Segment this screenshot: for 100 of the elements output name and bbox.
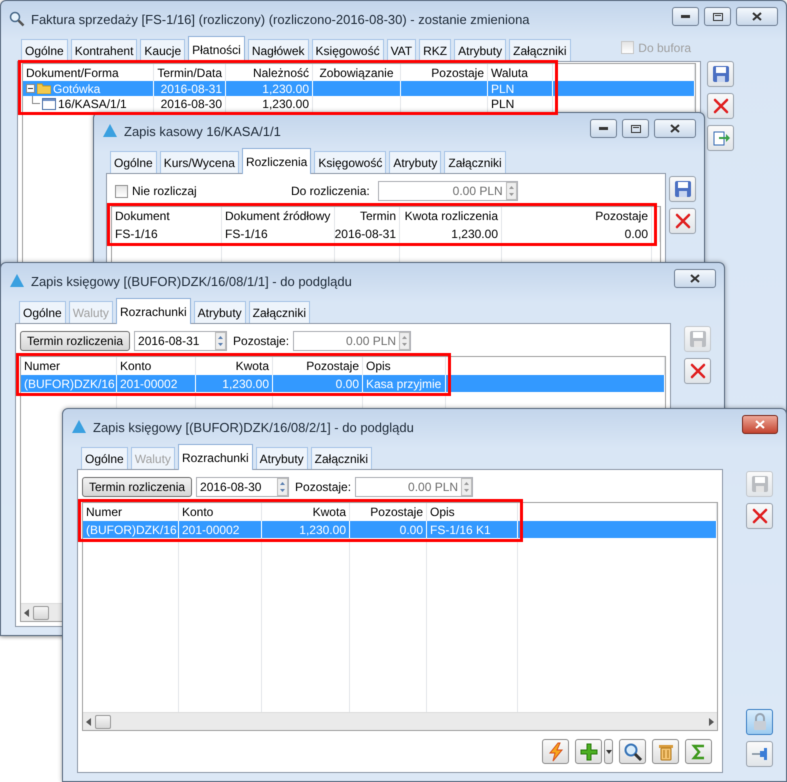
table-row[interactable]: 16/KASA/1/1 2016-08-30 1,230.00 PLN (23, 96, 695, 111)
table-cell: 1,230.00 (400, 225, 502, 242)
save-icon (750, 474, 770, 494)
checkbox-label: Nie rozliczaj (132, 184, 197, 198)
table-cell: FS-1/16 K1 (427, 521, 518, 538)
tab[interactable]: Załączniki (248, 301, 310, 323)
tab[interactable]: Ogólne (110, 151, 157, 173)
sum-button[interactable] (685, 739, 712, 764)
amount-field[interactable]: 0.00 PLN (378, 181, 518, 201)
tab[interactable]: Rozrachunki (116, 298, 191, 324)
trash-button[interactable] (652, 739, 679, 764)
tab[interactable]: Kaucje (140, 39, 186, 61)
triangle-icon (102, 123, 118, 139)
export-button[interactable] (707, 125, 734, 151)
tab[interactable]: Atrybuty (389, 151, 442, 173)
table-cell: PLN (488, 81, 553, 96)
close-button[interactable] (674, 269, 716, 288)
table-row[interactable]: FS-1/16 FS-1/16 2016-08-31 1,230.00 0.00 (112, 225, 660, 242)
table-cell: FS-1/16 (112, 225, 222, 242)
search-button[interactable] (619, 739, 646, 764)
delete-icon (750, 506, 770, 526)
tree-item[interactable]: 16/KASA/1/1 (58, 96, 127, 110)
save-button[interactable] (669, 176, 696, 202)
checkbox[interactable] (115, 184, 128, 198)
column-header[interactable]: Kwota rozliczenia (400, 207, 502, 225)
minimize-button[interactable] (672, 7, 699, 26)
tab[interactable]: Atrybuty (454, 39, 506, 61)
tab[interactable]: Załączniki (509, 39, 570, 61)
column-header[interactable]: Dokument (112, 207, 222, 225)
table-cell: 2016-08-30 (154, 96, 226, 111)
tab[interactable]: Atrybuty (194, 301, 246, 323)
close-button[interactable] (742, 415, 778, 434)
scroll-left-icon (86, 718, 91, 726)
maximize-button[interactable] (704, 7, 731, 26)
lock-button[interactable] (746, 709, 773, 735)
close-icon (752, 12, 762, 21)
collapse-icon[interactable] (26, 84, 35, 93)
delete-button[interactable] (707, 93, 734, 119)
field-label: Pozostaje: (295, 480, 352, 494)
delete-button[interactable] (684, 358, 711, 384)
window-title: Zapis księgowy [(BUFOR)DZK/16/08/1/1] - do podglądu (31, 274, 353, 288)
minimize-icon (681, 15, 690, 18)
minimize-button[interactable] (590, 119, 617, 138)
scrollbar[interactable] (21, 603, 63, 621)
table-cell: 0.00 (273, 375, 363, 392)
date-field[interactable]: 2016-08-30 (196, 477, 290, 497)
maximize-button[interactable] (622, 119, 649, 138)
tab[interactable]: Ogólne (81, 447, 128, 469)
window-title: Zapis kasowy 16/KASA/1/1 (124, 124, 282, 138)
tab[interactable]: Załączniki (444, 151, 506, 173)
maximize-icon (630, 124, 640, 132)
scroll-right-icon (709, 718, 714, 726)
close-button[interactable] (654, 119, 696, 138)
tab[interactable]: Kurs/Wycena (160, 151, 239, 173)
date-button[interactable]: Termin rozliczenia (20, 331, 130, 351)
tab[interactable]: Księgowość (314, 151, 386, 173)
scrollbar[interactable] (83, 712, 717, 730)
table-cell: 0.00 (350, 521, 427, 538)
scroll-thumb[interactable] (95, 714, 111, 728)
tab[interactable]: VAT (386, 39, 416, 61)
save-button[interactable] (707, 61, 734, 87)
close-icon (670, 124, 680, 133)
column-header[interactable]: Dokument źródłowy (222, 207, 335, 225)
dropdown-button[interactable] (604, 739, 613, 764)
delete-button[interactable] (746, 503, 773, 529)
remaining-field[interactable]: 0.00 PLN (293, 331, 412, 351)
date-button[interactable]: Termin rozliczenia (82, 477, 192, 497)
close-button[interactable] (736, 7, 778, 26)
save-icon (672, 179, 692, 199)
add-button[interactable] (575, 739, 602, 764)
window-title: Faktura sprzedaży [FS-1/16] (rozliczony) (rozliczono-2016-08-30) - zostanie zmieniona (31, 12, 531, 26)
field-label: Do rozliczenia: (291, 184, 370, 198)
remaining-field[interactable]: 0.00 PLN (355, 477, 474, 497)
tab[interactable]: Ogólne (19, 301, 66, 323)
checkbox-label: Do bufora (638, 40, 691, 54)
delete-button[interactable] (669, 208, 696, 234)
field-label: Pozostaje: (233, 334, 290, 348)
spinner-icon (399, 332, 410, 350)
date-field[interactable]: 2016-08-31 (134, 331, 228, 351)
scroll-thumb[interactable] (33, 606, 49, 620)
table-cell: 1,230.00 (262, 521, 350, 538)
table-cell: 201-00002 (179, 521, 262, 538)
tab[interactable]: Płatności (188, 36, 245, 62)
tab[interactable]: Księgowość (312, 39, 384, 61)
tab[interactable]: Załączniki (310, 447, 372, 469)
tab[interactable]: Ogólne (21, 39, 68, 61)
triangle-icon (9, 273, 25, 289)
tab[interactable]: RKZ (419, 39, 452, 61)
lightning-button[interactable] (542, 739, 569, 764)
column-header[interactable]: Termin (335, 207, 400, 225)
tab[interactable]: Rozrachunki (178, 444, 253, 470)
spinner-icon (506, 182, 517, 200)
tab[interactable]: Atrybuty (256, 447, 308, 469)
pin-button[interactable] (746, 741, 773, 767)
tab[interactable]: Kontrahent (70, 39, 138, 61)
column-header[interactable]: Pozostaje (502, 207, 652, 225)
close-icon (690, 274, 700, 283)
magnifier-icon (9, 11, 25, 27)
tab[interactable]: Nagłówek (248, 39, 309, 61)
tab[interactable]: Rozliczenia (242, 148, 312, 174)
